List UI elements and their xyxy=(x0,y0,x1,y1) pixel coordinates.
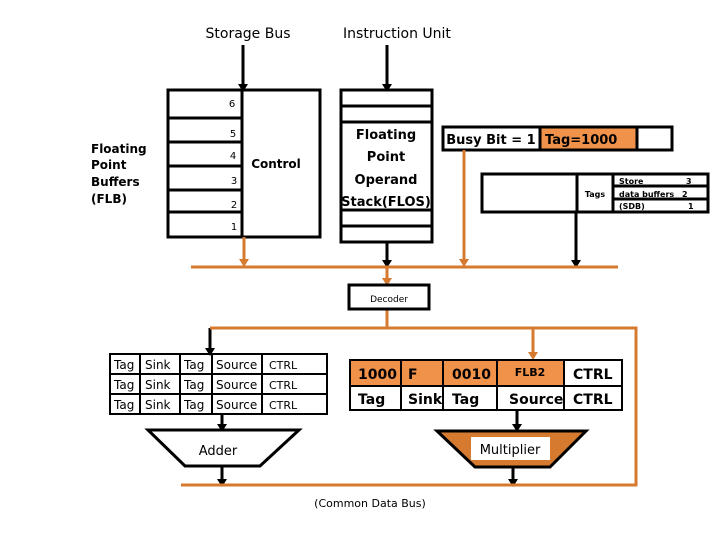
svg-text:Tag: Tag xyxy=(113,378,134,392)
storage-bus-label: Storage Bus xyxy=(206,26,291,42)
multiplier-reservation-table: 1000 F 0010 FLB2 CTRL Tag Sink Tag Source CTRL xyxy=(349,359,623,411)
tags-label: Tags xyxy=(585,190,606,199)
svg-text:Floating: Floating xyxy=(356,128,416,143)
decoder-label: Decoder xyxy=(370,295,408,305)
svg-text:Tag: Tag xyxy=(452,392,479,408)
svg-text:FLB2: FLB2 xyxy=(515,366,546,379)
svg-text:Point: Point xyxy=(91,158,127,172)
svg-text:Sink: Sink xyxy=(408,392,443,408)
svg-text:CTRL: CTRL xyxy=(573,392,613,408)
svg-text:4: 4 xyxy=(230,151,236,162)
svg-text:1000: 1000 xyxy=(358,367,397,383)
svg-text:Point: Point xyxy=(367,150,405,165)
svg-text:CTRL: CTRL xyxy=(269,399,298,412)
svg-text:1: 1 xyxy=(231,222,237,233)
svg-text:Source: Source xyxy=(216,358,257,372)
svg-text:3: 3 xyxy=(231,176,237,187)
instruction-unit-label: Instruction Unit xyxy=(343,26,451,42)
cdb-label: (Common Data Bus) xyxy=(314,497,426,510)
flb-label: Floating Point Buffers (FLB) xyxy=(91,142,147,206)
svg-text:Tag: Tag xyxy=(113,358,134,372)
svg-text:5: 5 xyxy=(230,129,236,140)
tag-value: Tag=1000 xyxy=(545,133,617,148)
svg-text:CTRL: CTRL xyxy=(573,367,613,383)
svg-text:Floating: Floating xyxy=(91,142,147,156)
svg-text:Tag: Tag xyxy=(183,358,204,372)
svg-text:2: 2 xyxy=(682,190,688,199)
svg-text:Buffers: Buffers xyxy=(91,175,140,189)
svg-text:Source: Source xyxy=(216,398,257,412)
svg-text:CTRL: CTRL xyxy=(269,359,298,372)
svg-text:Sink: Sink xyxy=(145,358,171,372)
svg-text:2: 2 xyxy=(231,200,237,211)
svg-text:Store: Store xyxy=(619,177,644,186)
svg-text:3: 3 xyxy=(686,177,692,186)
svg-text:Tag: Tag xyxy=(183,378,204,392)
svg-text:Sink: Sink xyxy=(145,398,171,412)
svg-text:F: F xyxy=(408,367,418,383)
svg-text:(SDB): (SDB) xyxy=(619,202,645,211)
svg-text:Tag: Tag xyxy=(358,392,385,408)
svg-text:Stack(FLOS): Stack(FLOS) xyxy=(341,195,431,210)
svg-text:Operand: Operand xyxy=(355,173,418,188)
busy-register: Busy Bit = 1 Tag=1000 xyxy=(441,125,674,152)
svg-text:0010: 0010 xyxy=(452,367,491,383)
adder-label: Adder xyxy=(199,444,238,459)
busy-bit: Busy Bit = 1 xyxy=(446,133,535,148)
sdb-box: Tags Store 3 data buffers 2 (SDB) 1 xyxy=(480,172,710,214)
svg-text:data buffers: data buffers xyxy=(619,190,674,199)
tomasulo-diagram: Storage Bus Instruction Unit Floating Po… xyxy=(91,26,710,510)
svg-text:6: 6 xyxy=(229,99,235,110)
svg-text:Tag: Tag xyxy=(113,398,134,412)
svg-text:Source: Source xyxy=(509,392,563,408)
svg-text:(FLB): (FLB) xyxy=(91,192,127,206)
svg-text:Tag: Tag xyxy=(183,398,204,412)
flos-box xyxy=(339,88,434,244)
svg-text:CTRL: CTRL xyxy=(269,379,298,392)
svg-text:Source: Source xyxy=(216,378,257,392)
multiplier-label: Multiplier xyxy=(480,443,541,458)
control-label: Control xyxy=(251,157,301,171)
svg-text:Sink: Sink xyxy=(145,378,171,392)
svg-text:1: 1 xyxy=(688,202,694,211)
